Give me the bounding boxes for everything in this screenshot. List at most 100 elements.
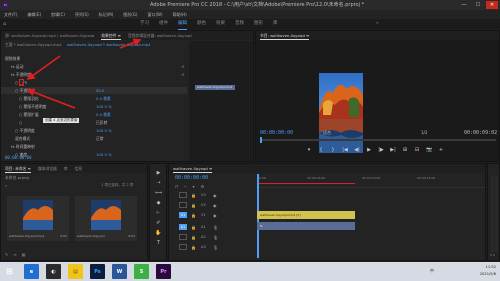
- reset-icon[interactable]: ↺: [181, 71, 184, 78]
- mic-icon[interactable]: 🎙: [213, 234, 218, 241]
- effect-row-motion[interactable]: fx 运动 ↺: [1, 63, 187, 70]
- project-item[interactable]: wallhaven-0qyxqd.mp4 9:02: [7, 196, 69, 241]
- track-header-v1[interactable]: V1 🔒 V1 ◉: [169, 211, 265, 220]
- snap-icon[interactable]: ⊓: [175, 184, 178, 189]
- taskbar-app-word[interactable]: W: [112, 264, 127, 279]
- eye-icon[interactable]: ◉: [213, 192, 217, 199]
- effect-row-mask-expansion[interactable]: ○ 蒙版扩展 0.0 像素: [1, 111, 187, 118]
- mini-timeline-clip[interactable]: wallhaven-0qyxqd.mp4: [195, 85, 235, 90]
- tab-effect-controls[interactable]: 效果控件 ≡: [101, 31, 121, 40]
- effect-row-opacity-value[interactable]: ○ 不透明度 50.0: [1, 87, 187, 94]
- tab-info[interactable]: 信息: [75, 164, 83, 173]
- project-item[interactable]: wallhaven-0qyxqd 9:02: [75, 196, 137, 241]
- lock-icon[interactable]: 🔒: [191, 192, 196, 199]
- tab-program[interactable]: 节目: wallhaven-0qyxqd ≡: [260, 31, 310, 40]
- start-button[interactable]: ⊞: [2, 264, 17, 279]
- menu-window[interactable]: 窗口(W): [147, 10, 162, 19]
- tab-source[interactable]: 源: wallhaven-0qyxqd.mp4 | wallhaven-0qyx…: [5, 31, 94, 40]
- track-header-a1[interactable]: A1 🔒 A1 🎙: [169, 223, 265, 232]
- fit-dropdown[interactable]: 适合: [323, 130, 331, 136]
- taskbar-app-media[interactable]: ◐: [46, 264, 61, 279]
- workspace-more-icon[interactable]: »: [376, 19, 379, 29]
- tab-media-browser[interactable]: 媒体浏览器: [38, 164, 57, 173]
- workspace-tab-learn[interactable]: 学习: [140, 19, 149, 30]
- step-back-icon[interactable]: ◀|: [354, 147, 360, 154]
- razor-tool-icon[interactable]: ◆: [155, 200, 162, 207]
- add-marker-icon[interactable]: ▾: [306, 147, 312, 154]
- effect-row-opacity-sub[interactable]: ○ 不透明度 100.0 %: [1, 127, 187, 134]
- work-area-bar[interactable]: [257, 183, 355, 184]
- resolution-dropdown[interactable]: 1/2: [421, 130, 427, 136]
- lock-icon[interactable]: 🔒: [191, 212, 196, 219]
- taskbar-app-browser[interactable]: e: [24, 264, 39, 279]
- project-search-icon[interactable]: ⌕: [5, 183, 7, 188]
- minimize-button[interactable]: —: [458, 1, 470, 9]
- go-to-out-icon[interactable]: ▶|: [390, 147, 396, 154]
- reset-icon[interactable]: ↺: [181, 63, 184, 70]
- menu-sequence[interactable]: 序列(S): [75, 10, 89, 19]
- effect-row-mask-feather[interactable]: ○ 蒙版羽化 0.0 像素: [1, 95, 187, 102]
- home-icon[interactable]: ⌂: [3, 21, 9, 27]
- workspace-tab-audio[interactable]: 音频: [235, 19, 244, 30]
- track-header-v3[interactable]: 🔒 V3 ◉: [169, 191, 265, 200]
- menu-edit[interactable]: 编辑(E): [27, 10, 41, 19]
- program-video-frame[interactable]: [319, 73, 363, 153]
- lock-icon[interactable]: 🔒: [191, 202, 196, 209]
- effect-controls-mini-timeline[interactable]: wallhaven-0qyxqd.mp4: [189, 41, 253, 161]
- timeline-settings-icon[interactable]: ⚙: [201, 184, 205, 189]
- effect-row-inverted[interactable]: ○ 已反转: [1, 119, 187, 126]
- lock-icon[interactable]: 🔒: [191, 234, 196, 241]
- audio-clip[interactable]: fx: [257, 222, 355, 230]
- lock-icon[interactable]: 🔒: [191, 244, 196, 251]
- program-timecode[interactable]: 00:00:00:00: [260, 130, 293, 136]
- eye-icon[interactable]: ◉: [213, 212, 217, 219]
- polygon-mask-icon[interactable]: □: [18, 79, 25, 86]
- menu-clip[interactable]: 剪辑(C): [51, 10, 65, 19]
- solo-buttons[interactable]: S S: [490, 253, 495, 257]
- eye-icon[interactable]: ◉: [213, 202, 217, 209]
- video-clip[interactable]: wallhaven-0qyxqd.mp4 [V]: [257, 211, 355, 219]
- program-scrubber[interactable]: [260, 137, 496, 143]
- pen-tool-icon[interactable]: ✐: [155, 220, 162, 227]
- track-header-v2[interactable]: 🔒 V2 ◉: [169, 201, 265, 210]
- mark-out-icon[interactable]: }: [330, 147, 336, 154]
- add-marker-icon[interactable]: ▾: [193, 184, 195, 189]
- workspace-tab-libraries[interactable]: 库: [273, 19, 278, 30]
- workspace-tab-graphics[interactable]: 图形: [254, 19, 263, 30]
- lock-icon[interactable]: 🔒: [191, 224, 196, 231]
- list-view-icon[interactable]: ≡: [13, 252, 16, 257]
- effect-controls-timecode[interactable]: 00:00:00:00: [5, 155, 32, 161]
- go-to-in-icon[interactable]: |◀: [342, 147, 348, 154]
- mark-in-icon[interactable]: {: [318, 147, 324, 154]
- workspace-tab-effects[interactable]: 效果: [216, 19, 225, 30]
- taskbar-app-green[interactable]: S: [134, 264, 149, 279]
- workspace-tab-assembly[interactable]: 组件: [159, 19, 168, 30]
- menu-help[interactable]: 帮助(H): [173, 10, 187, 19]
- effect-row-blend-mode[interactable]: 混合模式 正常: [1, 135, 187, 142]
- ellipse-mask-icon[interactable]: ○: [15, 80, 18, 85]
- taskbar-app-premiere[interactable]: Pr: [156, 264, 171, 279]
- menu-file[interactable]: 文件(F): [4, 10, 17, 19]
- track-select-tool-icon[interactable]: ⇢: [155, 180, 162, 187]
- master-clip-label[interactable]: 主要 * wallhaven-0qyxqd.mp4: [5, 42, 61, 47]
- effect-row-mask-opacity[interactable]: ○ 蒙版不透明度 100.0 %: [1, 103, 187, 110]
- pencil-icon[interactable]: ✎: [5, 252, 8, 257]
- workspace-tab-color[interactable]: 颜色: [197, 19, 206, 30]
- play-icon[interactable]: ▶: [366, 147, 372, 154]
- icon-view-icon[interactable]: ▦: [22, 252, 26, 257]
- mic-icon[interactable]: 🎙: [213, 244, 218, 251]
- extract-icon[interactable]: ⊟: [414, 147, 420, 154]
- menu-graphics[interactable]: 图形(G): [123, 10, 137, 19]
- button-editor-icon[interactable]: +: [438, 147, 444, 154]
- linked-selection-icon[interactable]: ⌁: [184, 184, 186, 189]
- input-language-indicator[interactable]: 中: [430, 268, 434, 274]
- timeline-timecode[interactable]: 00:00:00:00: [175, 175, 208, 181]
- type-tool-icon[interactable]: T: [155, 240, 162, 247]
- step-forward-icon[interactable]: |▶: [378, 147, 384, 154]
- ripple-edit-tool-icon[interactable]: ⟺: [155, 190, 162, 197]
- workspace-tab-editing[interactable]: 编辑: [178, 19, 187, 30]
- tab-audio-clip-mixer[interactable]: 音频剪辑混合器: wallhaven-0qyxqd: [128, 31, 192, 40]
- mic-icon[interactable]: 🎙: [213, 224, 218, 231]
- time-ruler[interactable]: 00:00 00:00:05:00 00:00:10:00 00:00:15:0…: [257, 174, 485, 258]
- sequence-clip-label[interactable]: wallhaven-0qyxqd * wallhaven-0qyxqd.mp4: [67, 41, 151, 48]
